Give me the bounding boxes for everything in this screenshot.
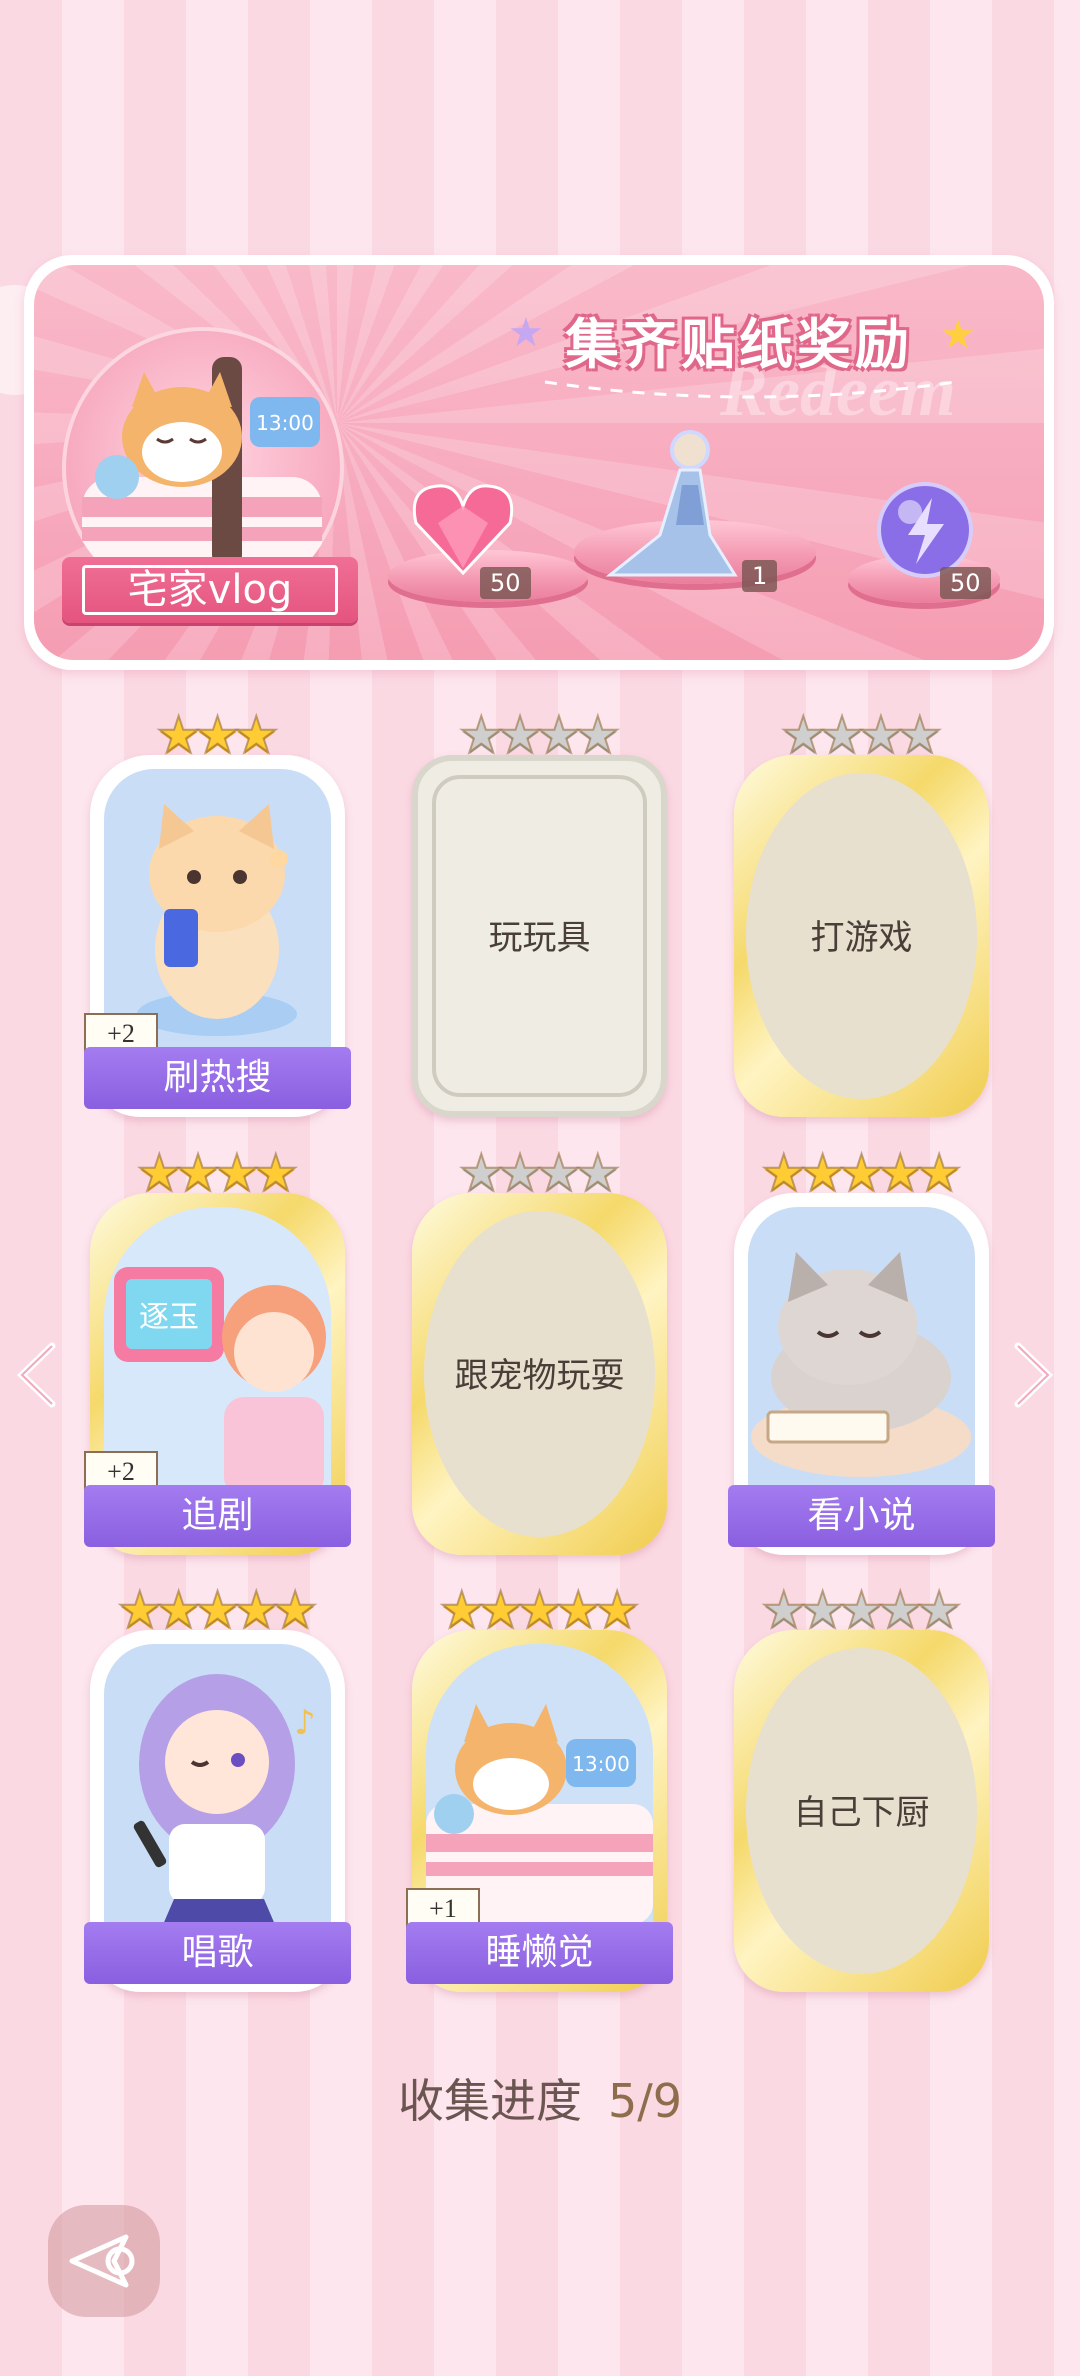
card-label: 看小说 bbox=[728, 1485, 995, 1547]
star-rating: ★★★★ bbox=[90, 1144, 345, 1202]
sticker-card-1[interactable]: ★★★ +2 刷热搜 bbox=[84, 706, 351, 1117]
star-icon: ★ bbox=[916, 1144, 963, 1202]
progress-value: 5/9 bbox=[607, 2074, 683, 2128]
card-illustration: ♪ bbox=[104, 1644, 331, 1934]
star-rating: ★★★ bbox=[90, 706, 345, 764]
sticker-card-4[interactable]: 逐玉 ★★★★ +2 追剧 bbox=[84, 1144, 351, 1555]
vlog-ribbon: 宅家vlog bbox=[62, 557, 358, 623]
lightning-orb-icon[interactable] bbox=[870, 480, 980, 580]
sticker-card-5[interactable]: ★★★★ 跟宠物玩耍 bbox=[412, 1144, 667, 1555]
reward-count-1: 50 bbox=[480, 567, 531, 599]
chevron-right-icon[interactable] bbox=[1012, 1340, 1056, 1425]
star-icon: ★ bbox=[252, 1144, 299, 1202]
chevron-left-icon[interactable] bbox=[14, 1340, 58, 1425]
card-label: 玩玩具 bbox=[488, 918, 591, 958]
heart-gem-icon[interactable] bbox=[408, 478, 518, 578]
card-label: 追剧 bbox=[84, 1485, 351, 1547]
svg-text:♪: ♪ bbox=[294, 1703, 316, 1743]
star-rating: ★★★★★ bbox=[90, 1581, 345, 1639]
clock-text: 13:00 bbox=[572, 1752, 630, 1776]
sticker-card-2[interactable]: ★★★★ 玩玩具 bbox=[412, 706, 667, 1117]
star-icon: ★ bbox=[896, 706, 943, 764]
vlog-label: 宅家vlog bbox=[82, 565, 338, 615]
back-button[interactable] bbox=[48, 2205, 160, 2317]
sticker-card-3[interactable]: ★★★★ 打游戏 bbox=[734, 706, 989, 1117]
star-icon: ★ bbox=[574, 1144, 621, 1202]
reward-count-2: 1 bbox=[742, 560, 778, 592]
star-rating: ★★★★ bbox=[734, 706, 989, 764]
girl-singing-illustration: ♪ bbox=[133, 1674, 316, 1934]
star-icon: ★ bbox=[272, 1581, 319, 1639]
star-rating: ★★★★ bbox=[412, 706, 667, 764]
cat-reading-illustration bbox=[751, 1252, 971, 1477]
card-label: 唱歌 bbox=[84, 1922, 351, 1984]
card-label: 睡懒觉 bbox=[406, 1922, 673, 1984]
star-rating: ★★★★★ bbox=[734, 1581, 989, 1639]
card-label: 刷热搜 bbox=[84, 1047, 351, 1109]
banner-title: 集齐贴纸奖励 bbox=[565, 312, 913, 376]
sticker-card-7[interactable]: ♪ ★★★★★ 唱歌 bbox=[84, 1581, 351, 1992]
gold-star-icon: ★ bbox=[940, 312, 976, 358]
purple-star-icon: ★ bbox=[508, 310, 544, 356]
dashed-arc-decoration bbox=[544, 380, 956, 399]
progress-label: 收集进度 bbox=[397, 2074, 582, 2128]
tv-text: 逐玉 bbox=[139, 1300, 199, 1335]
card-label: 自己下厨 bbox=[793, 1793, 930, 1833]
card-illustration bbox=[748, 1207, 975, 1497]
outfit-figure-icon[interactable] bbox=[600, 425, 750, 585]
sticker-card-9[interactable]: ★★★★★ 自己下厨 bbox=[734, 1581, 989, 1992]
card-label: 打游戏 bbox=[810, 918, 913, 958]
star-rating: ★★★★ bbox=[412, 1144, 667, 1202]
reward-count-3: 50 bbox=[940, 567, 991, 599]
sticker-card-8[interactable]: 13:00 ★★★★★ +1 睡懒觉 bbox=[406, 1581, 673, 1992]
star-icon: ★ bbox=[594, 1581, 641, 1639]
sticker-card-6[interactable]: ★★★★★ 看小说 bbox=[728, 1144, 995, 1555]
star-rating: ★★★★★ bbox=[412, 1581, 667, 1639]
back-arrow-icon bbox=[69, 2234, 135, 2288]
collection-progress: 收集进度 5/9 bbox=[0, 2065, 1080, 2131]
card-label: 跟宠物玩耍 bbox=[454, 1356, 625, 1396]
star-icon: ★ bbox=[916, 1581, 963, 1639]
star-rating: ★★★★★ bbox=[734, 1144, 989, 1202]
clock-text: 13:00 bbox=[256, 411, 314, 435]
star-icon: ★ bbox=[574, 706, 621, 764]
star-icon: ★ bbox=[233, 706, 280, 764]
